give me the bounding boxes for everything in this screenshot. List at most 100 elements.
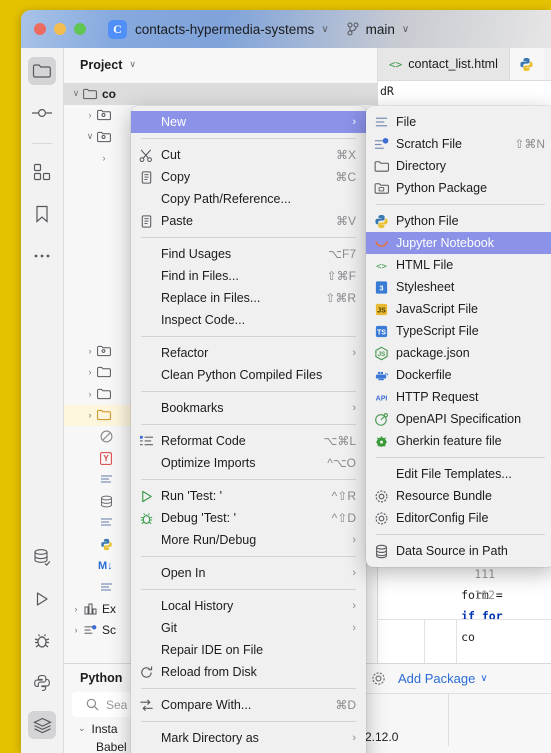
database-file-icon: [98, 493, 114, 509]
menu-item-editorconfig-file[interactable]: EditorConfig File: [366, 507, 551, 529]
menu-item-jupyter-notebook[interactable]: Jupyter Notebook: [366, 232, 551, 254]
twisty-icon[interactable]: ∨: [70, 88, 82, 99]
menu-item-label: Data Source in Path: [396, 544, 508, 558]
sidebar-item-project[interactable]: [28, 57, 56, 85]
menu-item-stylesheet[interactable]: 3 Stylesheet: [366, 276, 551, 298]
menu-item-find-usages[interactable]: Find Usages ⌥F7: [131, 243, 366, 265]
twisty-icon[interactable]: ›: [84, 110, 96, 120]
sidebar-item-python-console[interactable]: [28, 669, 56, 697]
sidebar-item-structure[interactable]: [28, 158, 56, 186]
menu-item-git[interactable]: Git ›: [131, 617, 366, 639]
menu-item-python-package[interactable]: Python Package: [366, 177, 551, 199]
menu-item-scratch-file[interactable]: Scratch File ⇧⌘N: [366, 133, 551, 155]
close-window-button[interactable]: [34, 23, 46, 35]
menu-item-mark-directory-as[interactable]: Mark Directory as ›: [131, 727, 366, 749]
new-submenu[interactable]: File Scratch File ⇧⌘N Directory Python Packa…: [366, 106, 551, 567]
svg-text:JS: JS: [378, 351, 385, 358]
menu-item-paste[interactable]: Paste ⌘V: [131, 210, 366, 232]
tree-row-root[interactable]: ∨ co: [64, 83, 377, 105]
menu-item-cut[interactable]: Cut ⌘X: [131, 144, 366, 166]
menu-item-typescript-file[interactable]: TS TypeScript File: [366, 320, 551, 342]
project-name[interactable]: contacts-hypermedia-systems: [135, 22, 314, 37]
menu-item-javascript-file[interactable]: JS JavaScript File: [366, 298, 551, 320]
menu-item-label: Reload from Disk: [161, 665, 257, 679]
compare-icon: [140, 698, 153, 711]
sidebar-item-database[interactable]: [28, 543, 56, 571]
menu-item-replace-in-files[interactable]: Replace in Files... ⇧⌘R: [131, 287, 366, 309]
menu-item-gherkin-feature-file[interactable]: Gherkin feature file: [366, 430, 551, 452]
branch-selector[interactable]: main ∨: [347, 22, 409, 37]
menu-item-reload-from-disk[interactable]: Reload from Disk: [131, 661, 366, 683]
sidebar-item-debug[interactable]: [28, 627, 56, 655]
maximize-window-button[interactable]: [74, 23, 86, 35]
add-package-row[interactable]: Add Package ∨: [359, 664, 551, 694]
chevron-down-icon[interactable]: ⌄: [78, 723, 86, 734]
menu-item-python-file[interactable]: Python File: [366, 210, 551, 232]
tab-python-file[interactable]: [509, 48, 544, 80]
gear-icon[interactable]: [371, 671, 386, 686]
menu-separator: [141, 479, 356, 480]
menu-item-edit-file-templates[interactable]: Edit File Templates...: [366, 463, 551, 485]
menu-item-find-in-files[interactable]: Find in Files... ⇧⌘F: [131, 265, 366, 287]
menu-item-dockerfile[interactable]: Dockerfile: [366, 364, 551, 386]
menu-item-refactor[interactable]: Refactor ›: [131, 342, 366, 364]
menu-item-new[interactable]: New ›: [131, 111, 366, 133]
folder-icon: [96, 364, 112, 380]
menu-item-more-run-debug[interactable]: More Run/Debug ›: [131, 529, 366, 551]
context-menu[interactable]: New › Cut ⌘X Copy ⌘C Copy Path/Reference... Pas…: [131, 106, 366, 753]
menu-item-inspect-code[interactable]: Inspect Code...: [131, 309, 366, 331]
sidebar-item-more[interactable]: [28, 242, 56, 270]
menu-item-resource-bundle[interactable]: Resource Bundle: [366, 485, 551, 507]
sidebar-item-python-packages[interactable]: [28, 711, 56, 739]
menu-item-data-source-in-path[interactable]: Data Source in Path: [366, 540, 551, 562]
menu-item-file[interactable]: File: [366, 111, 551, 133]
twisty-icon[interactable]: ›: [84, 389, 96, 399]
menu-item-label: Python File: [396, 214, 459, 228]
menu-item-compare-with[interactable]: Compare With... ⌘D: [131, 694, 366, 716]
sidebar-item-bookmarks[interactable]: [28, 200, 56, 228]
menu-item-http-request[interactable]: API HTTP Request: [366, 386, 551, 408]
menu-item-reformat-code[interactable]: Reformat Code ⌥⌘L: [131, 430, 366, 452]
menu-item-optimize-imports[interactable]: Optimize Imports ^⌥O: [131, 452, 366, 474]
menu-item-repair-ide-on-file[interactable]: Repair IDE on File: [131, 639, 366, 661]
submenu-arrow-icon: ›: [352, 534, 356, 546]
menu-item-html-file[interactable]: <> HTML File: [366, 254, 551, 276]
add-package-chevron-down-icon[interactable]: ∨: [480, 673, 487, 684]
menu-item-directory[interactable]: Directory: [366, 155, 551, 177]
menu-item-debug-test[interactable]: Debug 'Test: ' ^⇧D: [131, 507, 366, 529]
twisty-icon[interactable]: ∨: [84, 131, 96, 142]
menu-item-icon-spacer: [138, 367, 155, 383]
menu-item-shortcut: ^⇧D: [331, 511, 356, 525]
menu-item-clean-python-compiled-files[interactable]: Clean Python Compiled Files: [131, 364, 366, 386]
minimize-window-button[interactable]: [54, 23, 66, 35]
twisty-icon[interactable]: ›: [84, 367, 96, 377]
layers-icon: [32, 717, 52, 733]
tab-contact-list-html[interactable]: <> contact_list.html: [378, 48, 510, 80]
twisty-icon[interactable]: ›: [98, 153, 110, 163]
reformat-icon: [138, 433, 155, 449]
add-package-label[interactable]: Add Package: [398, 671, 475, 686]
window-controls[interactable]: [34, 23, 86, 35]
twisty-icon[interactable]: ›: [70, 625, 82, 635]
menu-item-label: Reformat Code: [161, 434, 246, 448]
twisty-icon[interactable]: ›: [70, 604, 82, 614]
menu-item-bookmarks[interactable]: Bookmarks ›: [131, 397, 366, 419]
menu-item-icon-spacer: [138, 191, 155, 207]
panel-chevron-down-icon[interactable]: ∨: [129, 59, 136, 70]
database-icon: [33, 548, 50, 566]
menu-item-copy[interactable]: Copy ⌘C: [131, 166, 366, 188]
menu-item-copy-path-reference[interactable]: Copy Path/Reference...: [131, 188, 366, 210]
sidebar-item-run[interactable]: [28, 585, 56, 613]
menu-item-openapi-specification[interactable]: OpenAPI Specification: [366, 408, 551, 430]
twisty-icon[interactable]: ›: [84, 410, 96, 420]
menu-item-package-json[interactable]: JS package.json: [366, 342, 551, 364]
menu-item-run-test[interactable]: Run 'Test: ' ^⇧R: [131, 485, 366, 507]
menu-item-diagrams[interactable]: Diagrams›: [131, 749, 366, 753]
menu-item-local-history[interactable]: Local History ›: [131, 595, 366, 617]
project-chevron-down-icon[interactable]: ∨: [321, 24, 328, 35]
menu-item-shortcut: ⇧⌘N: [514, 137, 545, 151]
text-file-icon: [98, 515, 114, 531]
sidebar-item-commit[interactable]: [28, 99, 56, 127]
twisty-icon[interactable]: ›: [84, 346, 96, 356]
menu-item-open-in[interactable]: Open In ›: [131, 562, 366, 584]
